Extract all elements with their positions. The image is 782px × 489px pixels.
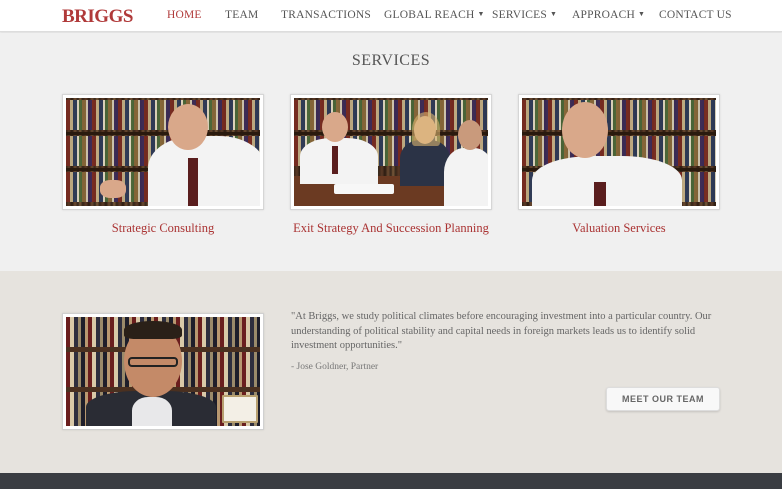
nav-services-label: SERVICES <box>492 9 547 21</box>
briggs-logo[interactable]: BRIGGS <box>62 6 133 28</box>
section-title: SERVICES <box>351 52 431 69</box>
services-section: SERVICES Strategic Consulting Exit Strat… <box>0 33 782 271</box>
meet-our-team-button[interactable]: MEET OUR TEAM <box>606 387 720 411</box>
chevron-down-icon: ▼ <box>637 10 646 18</box>
strategic-consulting-photo[interactable] <box>66 98 260 206</box>
service-card-exit-strategy[interactable]: Exit Strategy And Succession Planning <box>290 94 492 236</box>
footer-bar <box>0 473 782 489</box>
top-navbar: BRIGGS HOME TEAM TRANSACTIONS GLOBAL REA… <box>0 0 782 32</box>
nav-team[interactable]: TEAM <box>225 9 258 21</box>
nav-global-reach-label: GLOBAL REACH <box>384 9 475 21</box>
nav-approach[interactable]: APPROACH ▼ <box>572 9 645 21</box>
nav-contact-us-label: CONTACT US <box>659 9 732 21</box>
service-photo-frame <box>518 94 720 210</box>
partner-quote: "At Briggs, we study political climates … <box>291 311 712 351</box>
nav-team-label: TEAM <box>225 9 259 21</box>
nav-contact-us[interactable]: CONTACT US <box>659 9 732 21</box>
service-label[interactable]: Valuation Services <box>518 221 720 236</box>
service-label[interactable]: Exit Strategy And Succession Planning <box>290 221 492 236</box>
service-photo-frame <box>290 94 492 210</box>
nav-services[interactable]: SERVICES ▼ <box>492 9 557 21</box>
valuation-services-photo[interactable] <box>522 98 716 206</box>
exit-strategy-photo[interactable] <box>294 98 488 206</box>
nav-home-label: HOME <box>167 9 202 21</box>
service-card-strategic-consulting[interactable]: Strategic Consulting <box>62 94 264 236</box>
nav-transactions[interactable]: TRANSACTIONS <box>281 9 371 21</box>
nav-approach-label: APPROACH <box>572 9 635 21</box>
nav-global-reach[interactable]: GLOBAL REACH ▼ <box>384 9 485 21</box>
nav-transactions-label: TRANSACTIONS <box>281 9 371 21</box>
nav-home[interactable]: HOME <box>167 9 202 21</box>
partner-photo <box>66 317 260 426</box>
partner-photo-frame <box>62 313 264 430</box>
service-card-valuation[interactable]: Valuation Services <box>518 94 720 236</box>
chevron-down-icon: ▼ <box>550 10 558 18</box>
chevron-down-icon: ▼ <box>477 10 485 18</box>
service-label[interactable]: Strategic Consulting <box>62 221 264 236</box>
team-quote-section: "At Briggs, we study political climates … <box>0 271 782 473</box>
service-photo-frame <box>62 94 264 210</box>
quote-attribution: - Jose Goldner, Partner <box>291 362 379 372</box>
